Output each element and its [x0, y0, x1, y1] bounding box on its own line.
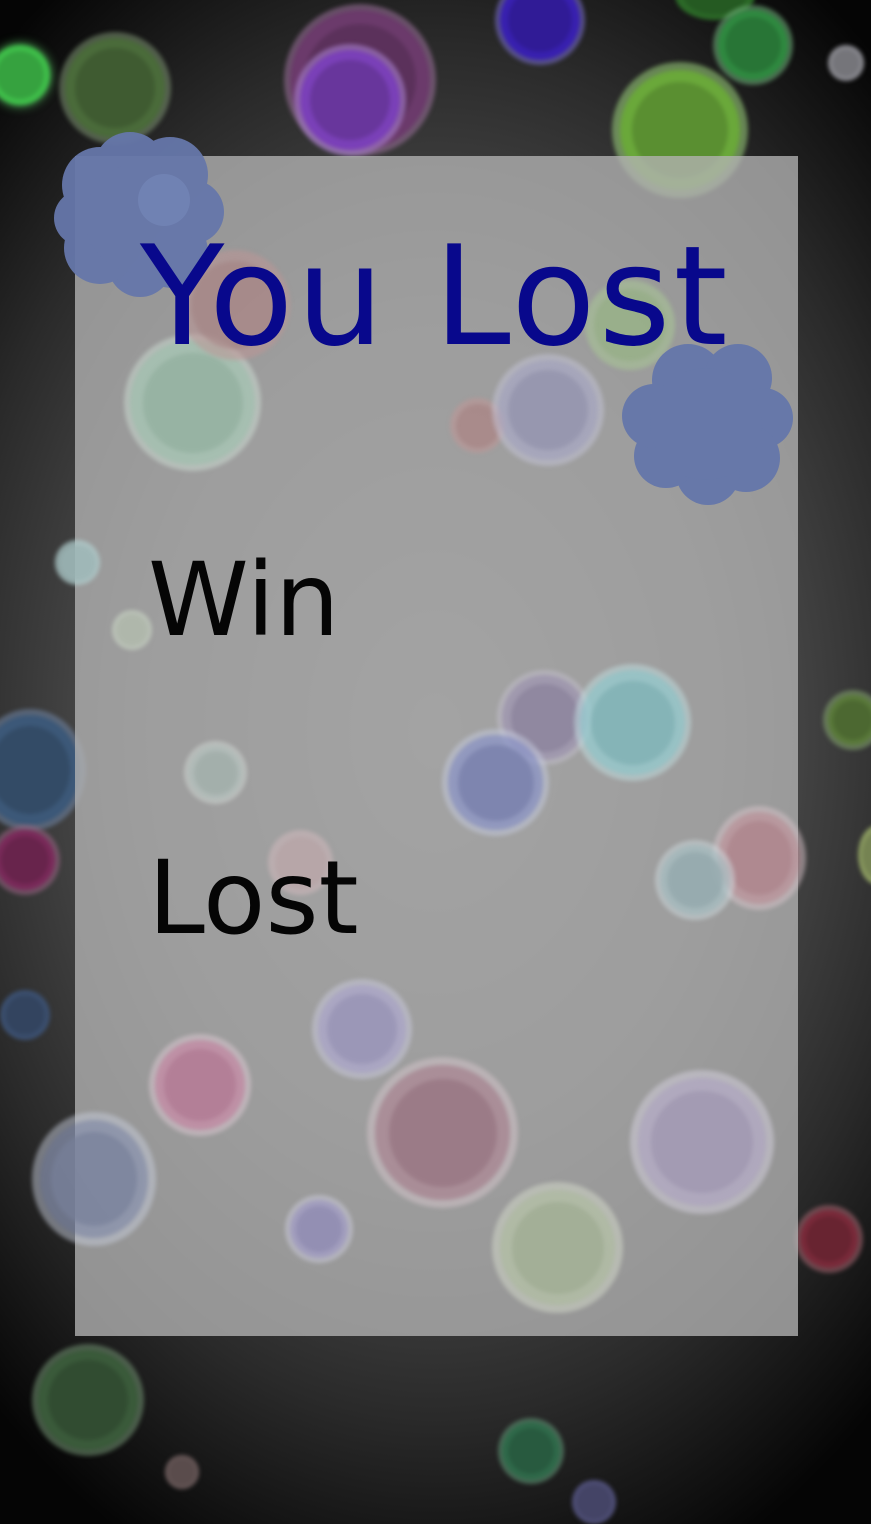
background-bubble — [0, 715, 80, 825]
background-bubble — [580, 670, 685, 775]
background-bubble — [718, 812, 800, 904]
background-bubble — [290, 1200, 348, 1258]
background-bubble — [500, 1190, 615, 1305]
background-bubble — [828, 695, 871, 745]
menu-option-win[interactable]: Win — [148, 546, 340, 656]
background-bubble — [318, 985, 406, 1073]
background-bubble — [375, 1065, 510, 1200]
background-bubble — [0, 990, 50, 1040]
menu-option-lost[interactable]: Lost — [148, 844, 359, 954]
background-bubble — [55, 540, 100, 585]
background-bubble — [800, 1210, 858, 1268]
background-bubble — [500, 0, 580, 60]
game-background: You Lost Win Lost — [0, 0, 871, 1524]
background-bubble — [112, 610, 152, 650]
background-bubble — [188, 745, 243, 800]
background-bubble — [718, 10, 788, 80]
background-bubble — [300, 50, 400, 150]
background-bubble — [40, 1120, 148, 1238]
background-bubble — [155, 1040, 245, 1130]
background-bubble — [858, 825, 871, 885]
background-bubble — [0, 830, 55, 890]
background-bubble — [0, 45, 50, 105]
background-bubble — [38, 1350, 138, 1450]
background-bubble — [572, 1480, 616, 1524]
background-bubble — [450, 398, 505, 453]
background-bubble — [165, 1455, 199, 1489]
background-bubble — [660, 845, 730, 915]
background-bubble — [828, 45, 864, 81]
background-bubble — [638, 1078, 766, 1206]
background-bubble — [502, 1422, 560, 1480]
background-bubble — [448, 735, 543, 830]
background-bubble — [65, 38, 165, 138]
game-over-title: You Lost — [140, 216, 731, 377]
